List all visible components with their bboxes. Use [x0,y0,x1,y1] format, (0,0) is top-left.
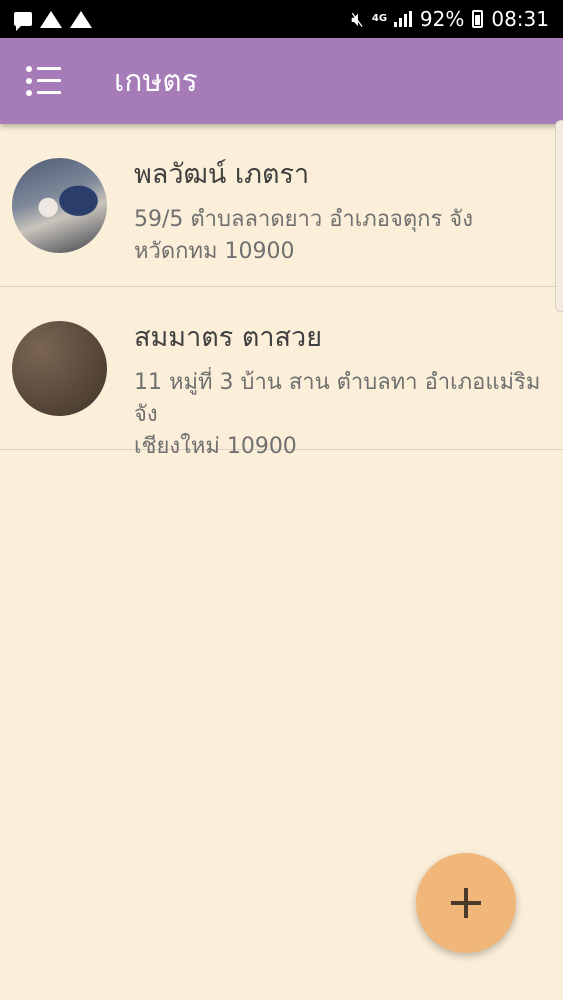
warning-icon [40,10,62,28]
app-bar: เกษตร [0,38,563,124]
avatar [12,321,107,416]
scrollbar[interactable] [555,120,563,312]
plus-icon [451,888,481,918]
farmer-name: พลวัฒน์ เภตรา [134,159,310,190]
warning-icon [70,10,92,28]
signal-icon [393,11,412,27]
farmer-name: สมมาตร ตาสวย [134,322,323,353]
list-item[interactable]: สมมาตร ตาสวย 11 หมู่ที่ 3 บ้าน สาน ตำบลท… [0,287,563,459]
menu-icon[interactable] [26,66,62,96]
network-type: 4G [371,13,388,24]
avatar [12,158,107,253]
farmer-address: 59/5 ตำบลลาดยาว อำเภอจตุกร จัง หวัดกทม 1… [134,207,473,264]
clock: 08:31 [491,7,549,31]
page-title: เกษตร [114,63,198,99]
status-bar: 🔇︎ 4G 92% 08:31 [0,0,563,38]
mute-icon: 🔇︎ [351,7,364,31]
message-icon [14,12,32,31]
battery-icon [472,10,484,28]
status-right: 🔇︎ 4G 92% 08:31 [351,7,549,31]
farmer-address: 11 หมู่ที่ 3 บ้าน สาน ตำบลทา อำเภอแม่ริม… [134,370,541,459]
status-left [14,10,92,31]
add-button[interactable] [416,853,516,953]
battery-percent: 92% [419,7,465,31]
farmer-list: พลวัฒน์ เภตรา 59/5 ตำบลลาดยาว อำเภอจตุกร… [0,124,563,459]
list-item[interactable]: พลวัฒน์ เภตรา 59/5 ตำบลลาดยาว อำเภอจตุกร… [0,124,563,287]
